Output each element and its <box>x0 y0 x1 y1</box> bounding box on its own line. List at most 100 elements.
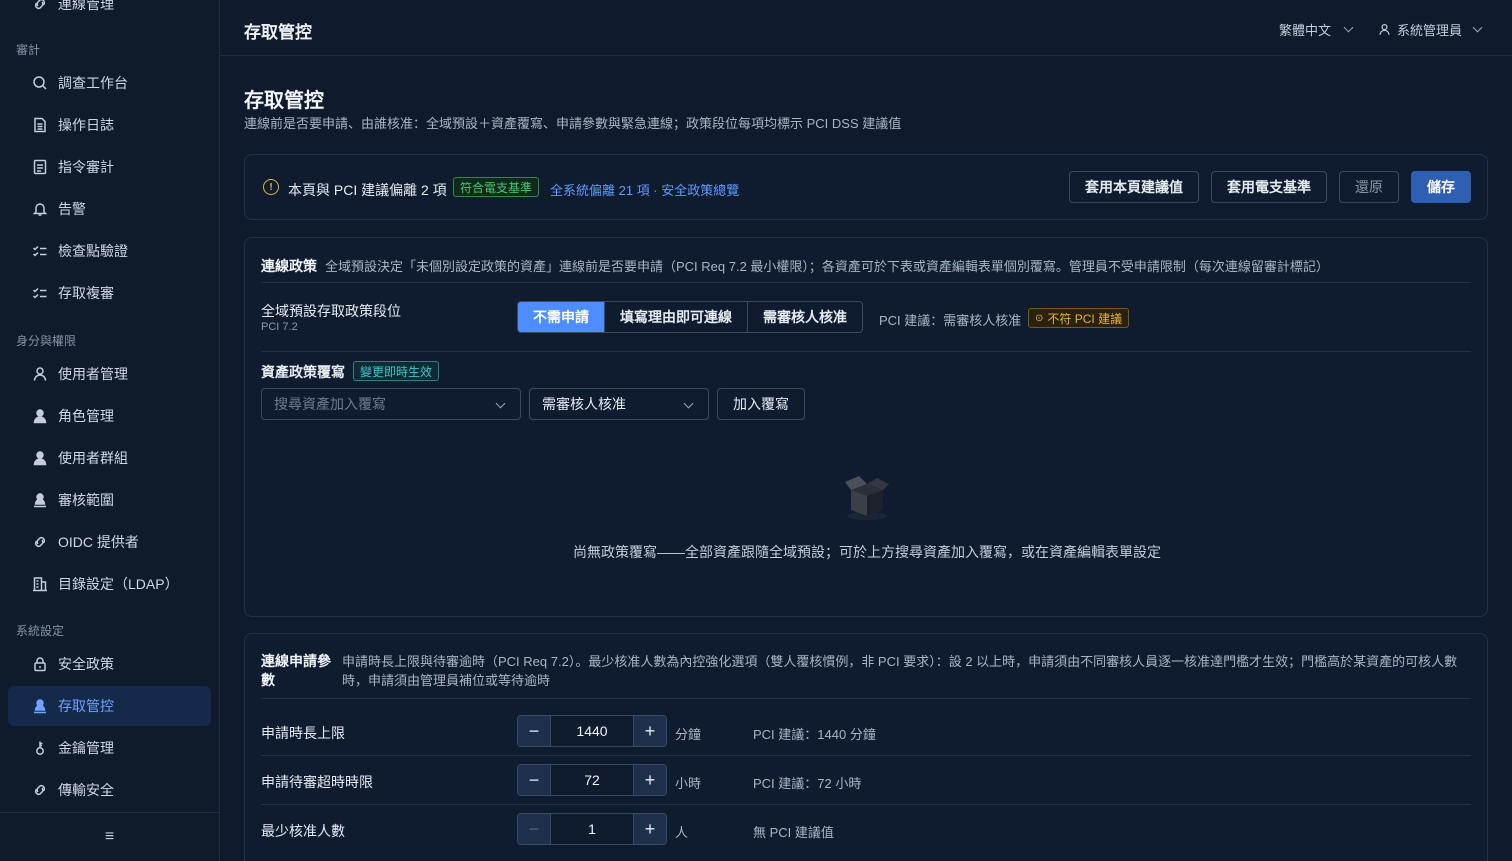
instant-effect-badge: 變更即時生效 <box>353 361 440 381</box>
sidebar-section-audit: 審計 <box>16 43 41 57</box>
params-description: 申請時長上限與待審逾時（PCI Req 7.2）。最少核准人數為內控強化選項（雙… <box>342 654 1458 688</box>
policy-overview-link[interactable]: 全系統偏離 21 項 · 安全政策總覽 <box>550 180 739 199</box>
decrement-button[interactable]: − <box>518 716 550 746</box>
revert-button[interactable]: 還原 <box>1339 171 1399 203</box>
apply-baseline-button[interactable]: 套用電支基準 <box>1211 171 1327 203</box>
chevron-down-icon <box>1343 22 1354 33</box>
sidebar-item-label: 使用者管理 <box>58 366 128 382</box>
divider <box>261 351 1471 352</box>
sidebar-item-operation-log[interactable]: 操作日誌 <box>8 105 211 145</box>
sidebar-item-label: 傳輸安全 <box>58 782 114 798</box>
warning-icon: ⊙ <box>1035 312 1044 324</box>
min-approvers-value[interactable]: 1 <box>550 814 634 844</box>
language-label: 繁體中文 <box>1279 23 1332 38</box>
asset-search-placeholder: 搜尋資產加入覆寫 <box>274 396 386 412</box>
sidebar-item-access-control[interactable]: 存取管控 <box>8 686 211 726</box>
user-name: 系統管理員 <box>1397 23 1463 38</box>
sidebar-item-ldap[interactable]: 目錄設定（LDAP） <box>8 564 211 604</box>
sidebar-item-oidc[interactable]: OIDC 提供者 <box>8 522 211 562</box>
user-menu[interactable]: 系統管理員 <box>1378 20 1483 39</box>
max-duration-stepper: − 1440 + <box>517 715 667 747</box>
sidebar-collapse-button[interactable]: ≡ <box>0 812 219 861</box>
decrement-button[interactable]: − <box>518 765 550 795</box>
max-duration-value[interactable]: 1440 <box>550 716 634 746</box>
sidebar-item-review-scope[interactable]: 審核範圍 <box>8 480 211 520</box>
empty-overrides-text: 尚無政策覆寫——全部資產跟隨全域預設；可於上方搜尋資產加入覆寫，或在資產編輯表單… <box>573 544 1161 560</box>
empty-box-icon <box>845 476 889 520</box>
sidebar-item-connection-management[interactable]: 連線管理 <box>8 0 211 24</box>
apply-page-recommendations-button[interactable]: 套用本頁建議值 <box>1069 171 1199 203</box>
option-reason-required[interactable]: 填寫理由即可連線 <box>605 302 748 332</box>
menu-icon: ≡ <box>104 828 115 845</box>
sidebar-item-user-groups[interactable]: 使用者群組 <box>8 438 211 478</box>
unit-label: 小時 <box>675 776 702 791</box>
sidebar-item-label: 告警 <box>58 201 86 217</box>
sidebar-item-checkpoint[interactable]: 檢查點驗證 <box>8 231 211 271</box>
sidebar-item-label: 指令審計 <box>58 159 114 175</box>
sidebar-item-users[interactable]: 使用者管理 <box>8 354 211 394</box>
sidebar-item-label: 存取複審 <box>58 285 114 301</box>
building-icon <box>31 575 49 593</box>
sidebar-item-label: 操作日誌 <box>58 117 114 133</box>
header-title: 存取管控 <box>244 23 312 42</box>
user-group-icon <box>31 449 49 467</box>
option-approval-required[interactable]: 需審核人核准 <box>748 302 862 332</box>
sidebar-item-label: 角色管理 <box>58 408 114 424</box>
pci-recommendation: PCI 建議：需審核人核准 <box>879 313 1022 328</box>
user-scope-icon <box>31 491 49 509</box>
increment-button[interactable]: + <box>634 814 666 844</box>
params-title: 連線申請參數 <box>261 653 331 688</box>
sidebar-item-alerts[interactable]: 告警 <box>8 189 211 229</box>
sidebar-item-investigation[interactable]: 調查工作台 <box>8 63 211 103</box>
key-icon <box>31 739 49 757</box>
sidebar-item-label: 連線管理 <box>58 0 114 12</box>
add-override-button[interactable]: 加入覆寫 <box>717 388 805 420</box>
divider <box>261 282 1471 283</box>
connection-request-params-card: 連線申請參數 申請時長上限與待審逾時（PCI Req 7.2）。最少核准人數為內… <box>244 633 1488 861</box>
connection-policy-card: 連線政策 全域預設決定「未個別設定政策的資產」連線前是否要申請（PCI Req 7… <box>244 237 1488 617</box>
override-policy-value: 需審核人核准 <box>542 396 626 412</box>
user-icon <box>1379 24 1390 35</box>
compliance-badge: 符合電支基準 <box>453 177 540 197</box>
main-content[interactable]: 存取管控 連線前是否要申請、由誰核准：全域預設＋資產覆寫、申請參數與緊急連線；政… <box>220 56 1512 861</box>
policy-title: 連線政策 <box>261 258 317 274</box>
sidebar-item-access-review[interactable]: 存取複審 <box>8 273 211 313</box>
unit-label: 分鐘 <box>675 727 702 742</box>
global-policy-segmented-control: 不需申請 填寫理由即可連線 需審核人核准 <box>517 301 863 333</box>
sidebar-item-security-policy[interactable]: 安全政策 <box>8 644 211 684</box>
sidebar-scroll[interactable]: 連線管理 審計 調查工作台 操作日誌 指令審計 告警 檢查點驗證 存取複審 身分… <box>0 0 219 812</box>
link-icon <box>31 533 49 551</box>
user-icon <box>31 365 49 383</box>
sidebar-item-transport-security[interactable]: 傳輸安全 <box>8 770 211 810</box>
pending-timeout-stepper: − 72 + <box>517 764 667 796</box>
override-policy-select[interactable]: 需審核人核准 <box>529 388 709 420</box>
divider <box>261 804 1471 805</box>
sidebar-item-label: 存取管控 <box>58 698 114 714</box>
sidebar-item-label: 目錄設定（LDAP） <box>58 576 179 592</box>
lock-icon <box>31 655 49 673</box>
language-selector[interactable]: 繁體中文 <box>1279 20 1354 39</box>
pci-recommendation: 無 PCI 建議值 <box>753 825 834 840</box>
check-list-icon <box>31 284 49 302</box>
increment-button[interactable]: + <box>634 716 666 746</box>
check-list-icon <box>31 242 49 260</box>
sidebar-item-command-audit[interactable]: 指令審計 <box>8 147 211 187</box>
divider <box>261 698 1471 699</box>
increment-button[interactable]: + <box>634 765 666 795</box>
link-icon <box>31 0 49 13</box>
asset-search-select[interactable]: 搜尋資產加入覆寫 <box>261 388 521 420</box>
asset-override-label: 資產政策覆寫 <box>261 364 345 380</box>
sidebar-item-key-management[interactable]: 金鑰管理 <box>8 728 211 768</box>
non-compliant-text: 不符 PCI 建議 <box>1047 311 1123 326</box>
list-icon <box>31 158 49 176</box>
policy-description: 全域預設決定「未個別設定政策的資產」連線前是否要申請（PCI Req 7.2 最… <box>325 259 1329 274</box>
page-subtitle: 連線前是否要申請、由誰核准：全域預設＋資產覆寫、申請參數與緊急連線；政策段位每項… <box>244 116 902 131</box>
deviation-text: 本頁與 PCI 建議偏離 2 項 <box>288 182 447 198</box>
sidebar-item-roles[interactable]: 角色管理 <box>8 396 211 436</box>
pending-timeout-value[interactable]: 72 <box>550 765 634 795</box>
sidebar-item-label: 審核範圍 <box>58 492 114 508</box>
option-no-request[interactable]: 不需申請 <box>518 302 605 332</box>
decrement-button[interactable]: − <box>518 814 550 844</box>
save-button[interactable]: 儲存 <box>1411 171 1471 203</box>
sidebar-item-label: 使用者群組 <box>58 450 128 466</box>
